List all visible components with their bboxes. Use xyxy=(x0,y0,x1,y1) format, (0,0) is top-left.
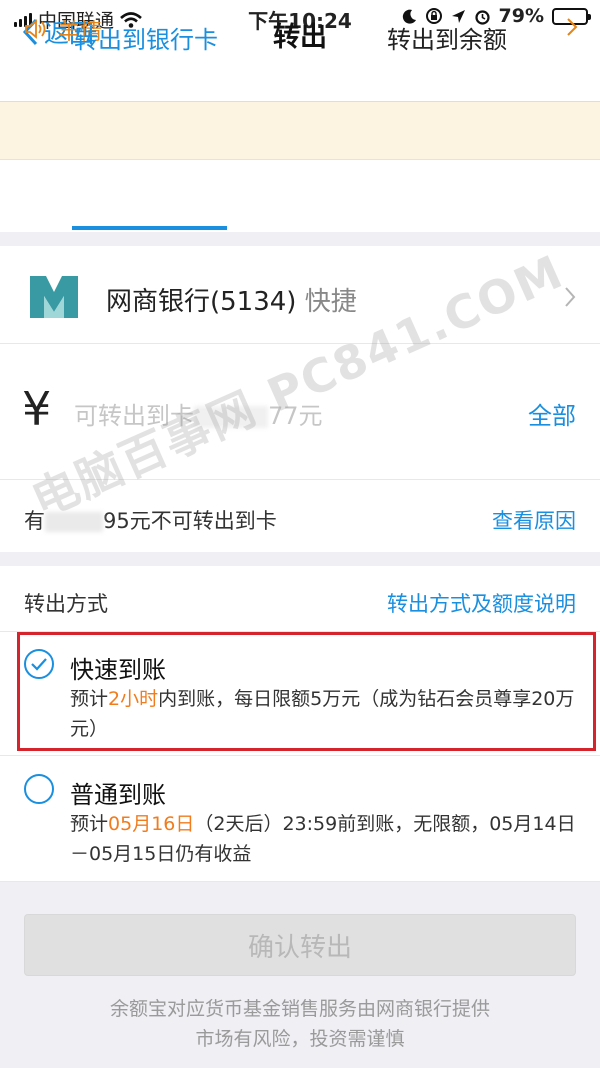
bank-tag: 快捷 xyxy=(304,287,357,317)
option-normal-desc: 预计05月16日（2天后）23:59前到账，无限额，05月14日－05月15日仍… xyxy=(70,809,580,869)
confirm-button[interactable]: 确认转出 xyxy=(24,914,576,976)
radio-normal-unchecked[interactable] xyxy=(24,774,54,804)
view-reason-link[interactable]: 查看原因 xyxy=(492,505,576,535)
restriction-suffix: 95元不可转出到卡 xyxy=(103,509,277,533)
bank-name: 网商银行(5134) 快捷 xyxy=(106,281,357,318)
desc-highlight: 05月16日 xyxy=(108,813,195,835)
desc-prefix: 预计 xyxy=(70,813,109,835)
footer-risk: 市场有风险，投资需谨慎 xyxy=(195,1028,405,1050)
method-info-link[interactable]: 转出方式及额度说明 xyxy=(387,588,576,618)
tab-balance[interactable]: 转出到余额 xyxy=(387,20,507,55)
footer-disclaimer: 余额宝对应货币基金销售服务由网商银行提供 xyxy=(109,998,490,1020)
chevron-right-icon xyxy=(567,18,578,36)
all-amount-button[interactable]: 全部 xyxy=(528,396,576,431)
speaker-icon xyxy=(25,19,46,39)
tab-bank-card[interactable]: 转出到银行卡 xyxy=(74,20,218,55)
method-label: 转出方式 xyxy=(24,592,108,616)
bank-logo xyxy=(30,276,78,318)
notice-bar[interactable] xyxy=(0,102,600,160)
highlight-frame xyxy=(17,632,596,751)
option-normal-title: 普通到账 xyxy=(70,781,166,809)
currency-symbol: ¥ xyxy=(22,382,52,436)
tab-active-indicator xyxy=(72,226,227,230)
bank-name-text: 网商银行(5134) xyxy=(106,287,297,317)
tab-bar xyxy=(0,160,600,232)
